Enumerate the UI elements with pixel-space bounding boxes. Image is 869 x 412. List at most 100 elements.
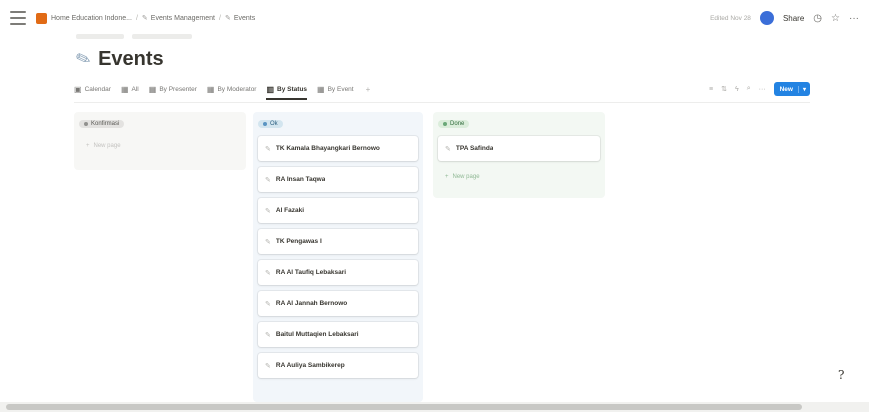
pencil-icon: ✎ xyxy=(265,331,271,339)
edited-timestamp: Edited Nov 28 xyxy=(710,14,751,22)
card-title: Al Fazaki xyxy=(275,207,305,214)
tab-label: All xyxy=(131,85,139,93)
tab-label: By Event xyxy=(327,85,354,93)
board-card[interactable]: ✎ RA Al Jannah Bernowo xyxy=(258,291,418,316)
new-page-label: New page xyxy=(93,143,121,149)
status-dot xyxy=(443,122,447,126)
board-icon: ▥ xyxy=(266,84,275,94)
breadcrumb-workspace[interactable]: Home Education Indone... xyxy=(51,15,132,22)
board-card[interactable]: ✎ RA Insan Taqwa xyxy=(258,167,418,192)
board-column-ok: Ok ✎ TK Kamala Bhayangkari Bernowo ✎ RA … xyxy=(253,112,423,402)
card-title: TK Kamala Bhayangkari Bernowo xyxy=(275,145,380,152)
topbar: Home Education Indone... / ✎ Events Mana… xyxy=(0,0,869,36)
tab-calendar[interactable]: ▣ Calendar xyxy=(74,80,111,98)
breadcrumb-events[interactable]: Events xyxy=(234,15,255,22)
tab-label: By Moderator xyxy=(217,85,257,93)
pencil-icon: ✎ xyxy=(445,145,451,153)
pencil-icon: ✎ xyxy=(265,300,271,308)
status-label: Done xyxy=(450,121,465,127)
tab-label: By Presenter xyxy=(159,85,197,93)
more-icon[interactable]: ··· xyxy=(759,86,766,93)
page-controls-placeholder xyxy=(76,34,216,42)
tab-all[interactable]: ▦ All xyxy=(121,80,139,98)
menu-icon[interactable] xyxy=(10,11,26,25)
status-badge[interactable]: Done xyxy=(438,120,470,128)
table-icon: ▦ xyxy=(148,84,157,94)
card-title: RA Al Taufiq Lebaksari xyxy=(275,269,347,276)
board-column-done: Done ✎ TPA Safinda + New page xyxy=(433,112,605,198)
plus-icon: + xyxy=(86,143,90,149)
card-title: RA Al Jannah Bernowo xyxy=(275,300,348,307)
pencil-icon: ✎ xyxy=(72,47,94,72)
page-title[interactable]: Events xyxy=(98,48,164,71)
status-badge[interactable]: Konfirmasi xyxy=(79,120,125,128)
help-button[interactable]: ? xyxy=(838,368,844,382)
divider xyxy=(74,102,810,103)
card-title: TK Pengawas I xyxy=(275,238,322,245)
sort-icon[interactable]: ⇅ xyxy=(721,85,727,93)
board-card[interactable]: ✎ TPA Safinda xyxy=(438,136,600,161)
tab-by-moderator[interactable]: ▦ By Moderator xyxy=(207,80,257,98)
board-card[interactable]: ✎ RA Al Taufiq Lebaksari xyxy=(258,260,418,285)
card-title: RA Insan Taqwa xyxy=(275,176,326,183)
table-icon: ▦ xyxy=(317,84,325,94)
status-badge[interactable]: Ok xyxy=(258,120,283,128)
add-view-icon[interactable]: + xyxy=(366,85,371,94)
scrollbar-thumb[interactable] xyxy=(6,404,802,410)
board-card[interactable]: ✎ Al Fazaki xyxy=(258,198,418,223)
title-row: ✎ Events xyxy=(72,47,164,72)
card-title: RA Auliya Sambikerep xyxy=(275,362,345,369)
column-header: Done xyxy=(438,118,600,130)
board-column-konfirmasi: Konfirmasi + New page xyxy=(74,112,246,170)
pencil-icon: ✎ xyxy=(265,269,271,277)
tab-by-event[interactable]: ▦ By Event xyxy=(317,80,354,98)
new-button[interactable]: New ▾ xyxy=(773,82,810,96)
search-icon[interactable]: ⌕ xyxy=(747,85,751,93)
column-header: Konfirmasi xyxy=(79,118,241,130)
card-title: Baitul Muttaqien Lebaksari xyxy=(275,331,359,338)
tab-by-presenter[interactable]: ▦ By Presenter xyxy=(149,80,197,98)
calendar-icon: ▣ xyxy=(74,84,82,94)
plus-icon: + xyxy=(445,174,449,180)
board-card[interactable]: ✎ Baitul Muttaqien Lebaksari xyxy=(258,322,418,347)
pencil-icon: ✎ xyxy=(265,362,271,370)
avatar[interactable] xyxy=(759,11,774,25)
status-dot xyxy=(263,122,267,126)
chevron-down-icon[interactable]: ▾ xyxy=(797,85,810,93)
more-icon[interactable]: ··· xyxy=(849,13,859,24)
status-label: Konfirmasi xyxy=(91,121,120,127)
view-bar: ▣ Calendar ▦ All ▦ By Presenter ▦ By Mod… xyxy=(74,80,810,100)
breadcrumb-events-management[interactable]: Events Management xyxy=(151,15,215,22)
breadcrumb-separator: / xyxy=(218,14,221,22)
horizontal-scrollbar[interactable] xyxy=(0,402,869,412)
board-card[interactable]: ✎ TK Kamala Bhayangkari Bernowo xyxy=(258,136,418,161)
board-card[interactable]: ✎ TK Pengawas I xyxy=(258,229,418,254)
share-button[interactable]: Share xyxy=(783,14,804,23)
tab-by-status[interactable]: ▥ By Status xyxy=(266,80,308,100)
new-page-label: New page xyxy=(452,174,480,180)
table-icon: ▦ xyxy=(120,84,129,94)
pencil-icon: ✎ xyxy=(265,207,271,215)
workspace-icon xyxy=(36,12,47,24)
pencil-icon: ✎ xyxy=(265,176,271,184)
new-button-label: New xyxy=(779,85,793,93)
pencil-icon: ✎ xyxy=(265,238,271,246)
new-page-button[interactable]: + New page xyxy=(438,167,600,187)
column-header: Ok xyxy=(258,118,418,130)
page-icon: ✎ xyxy=(141,15,148,22)
breadcrumb-separator: / xyxy=(135,14,138,22)
tab-label: By Status xyxy=(277,85,308,93)
pencil-icon: ✎ xyxy=(265,145,271,153)
new-page-button[interactable]: + New page xyxy=(79,136,241,156)
tab-label: Calendar xyxy=(84,85,111,93)
board-card[interactable]: ✎ RA Auliya Sambikerep xyxy=(258,353,418,378)
table-icon: ▦ xyxy=(206,84,215,94)
status-label: Ok xyxy=(270,121,278,127)
status-dot xyxy=(84,122,88,126)
card-title: TPA Safinda xyxy=(455,145,494,152)
star-icon[interactable]: ☆ xyxy=(831,13,840,24)
page-icon: ✎ xyxy=(224,15,231,22)
filter-icon[interactable]: ≡ xyxy=(709,86,713,93)
lightning-icon[interactable]: ϟ xyxy=(735,86,739,93)
clock-icon[interactable]: ◷ xyxy=(813,13,822,24)
